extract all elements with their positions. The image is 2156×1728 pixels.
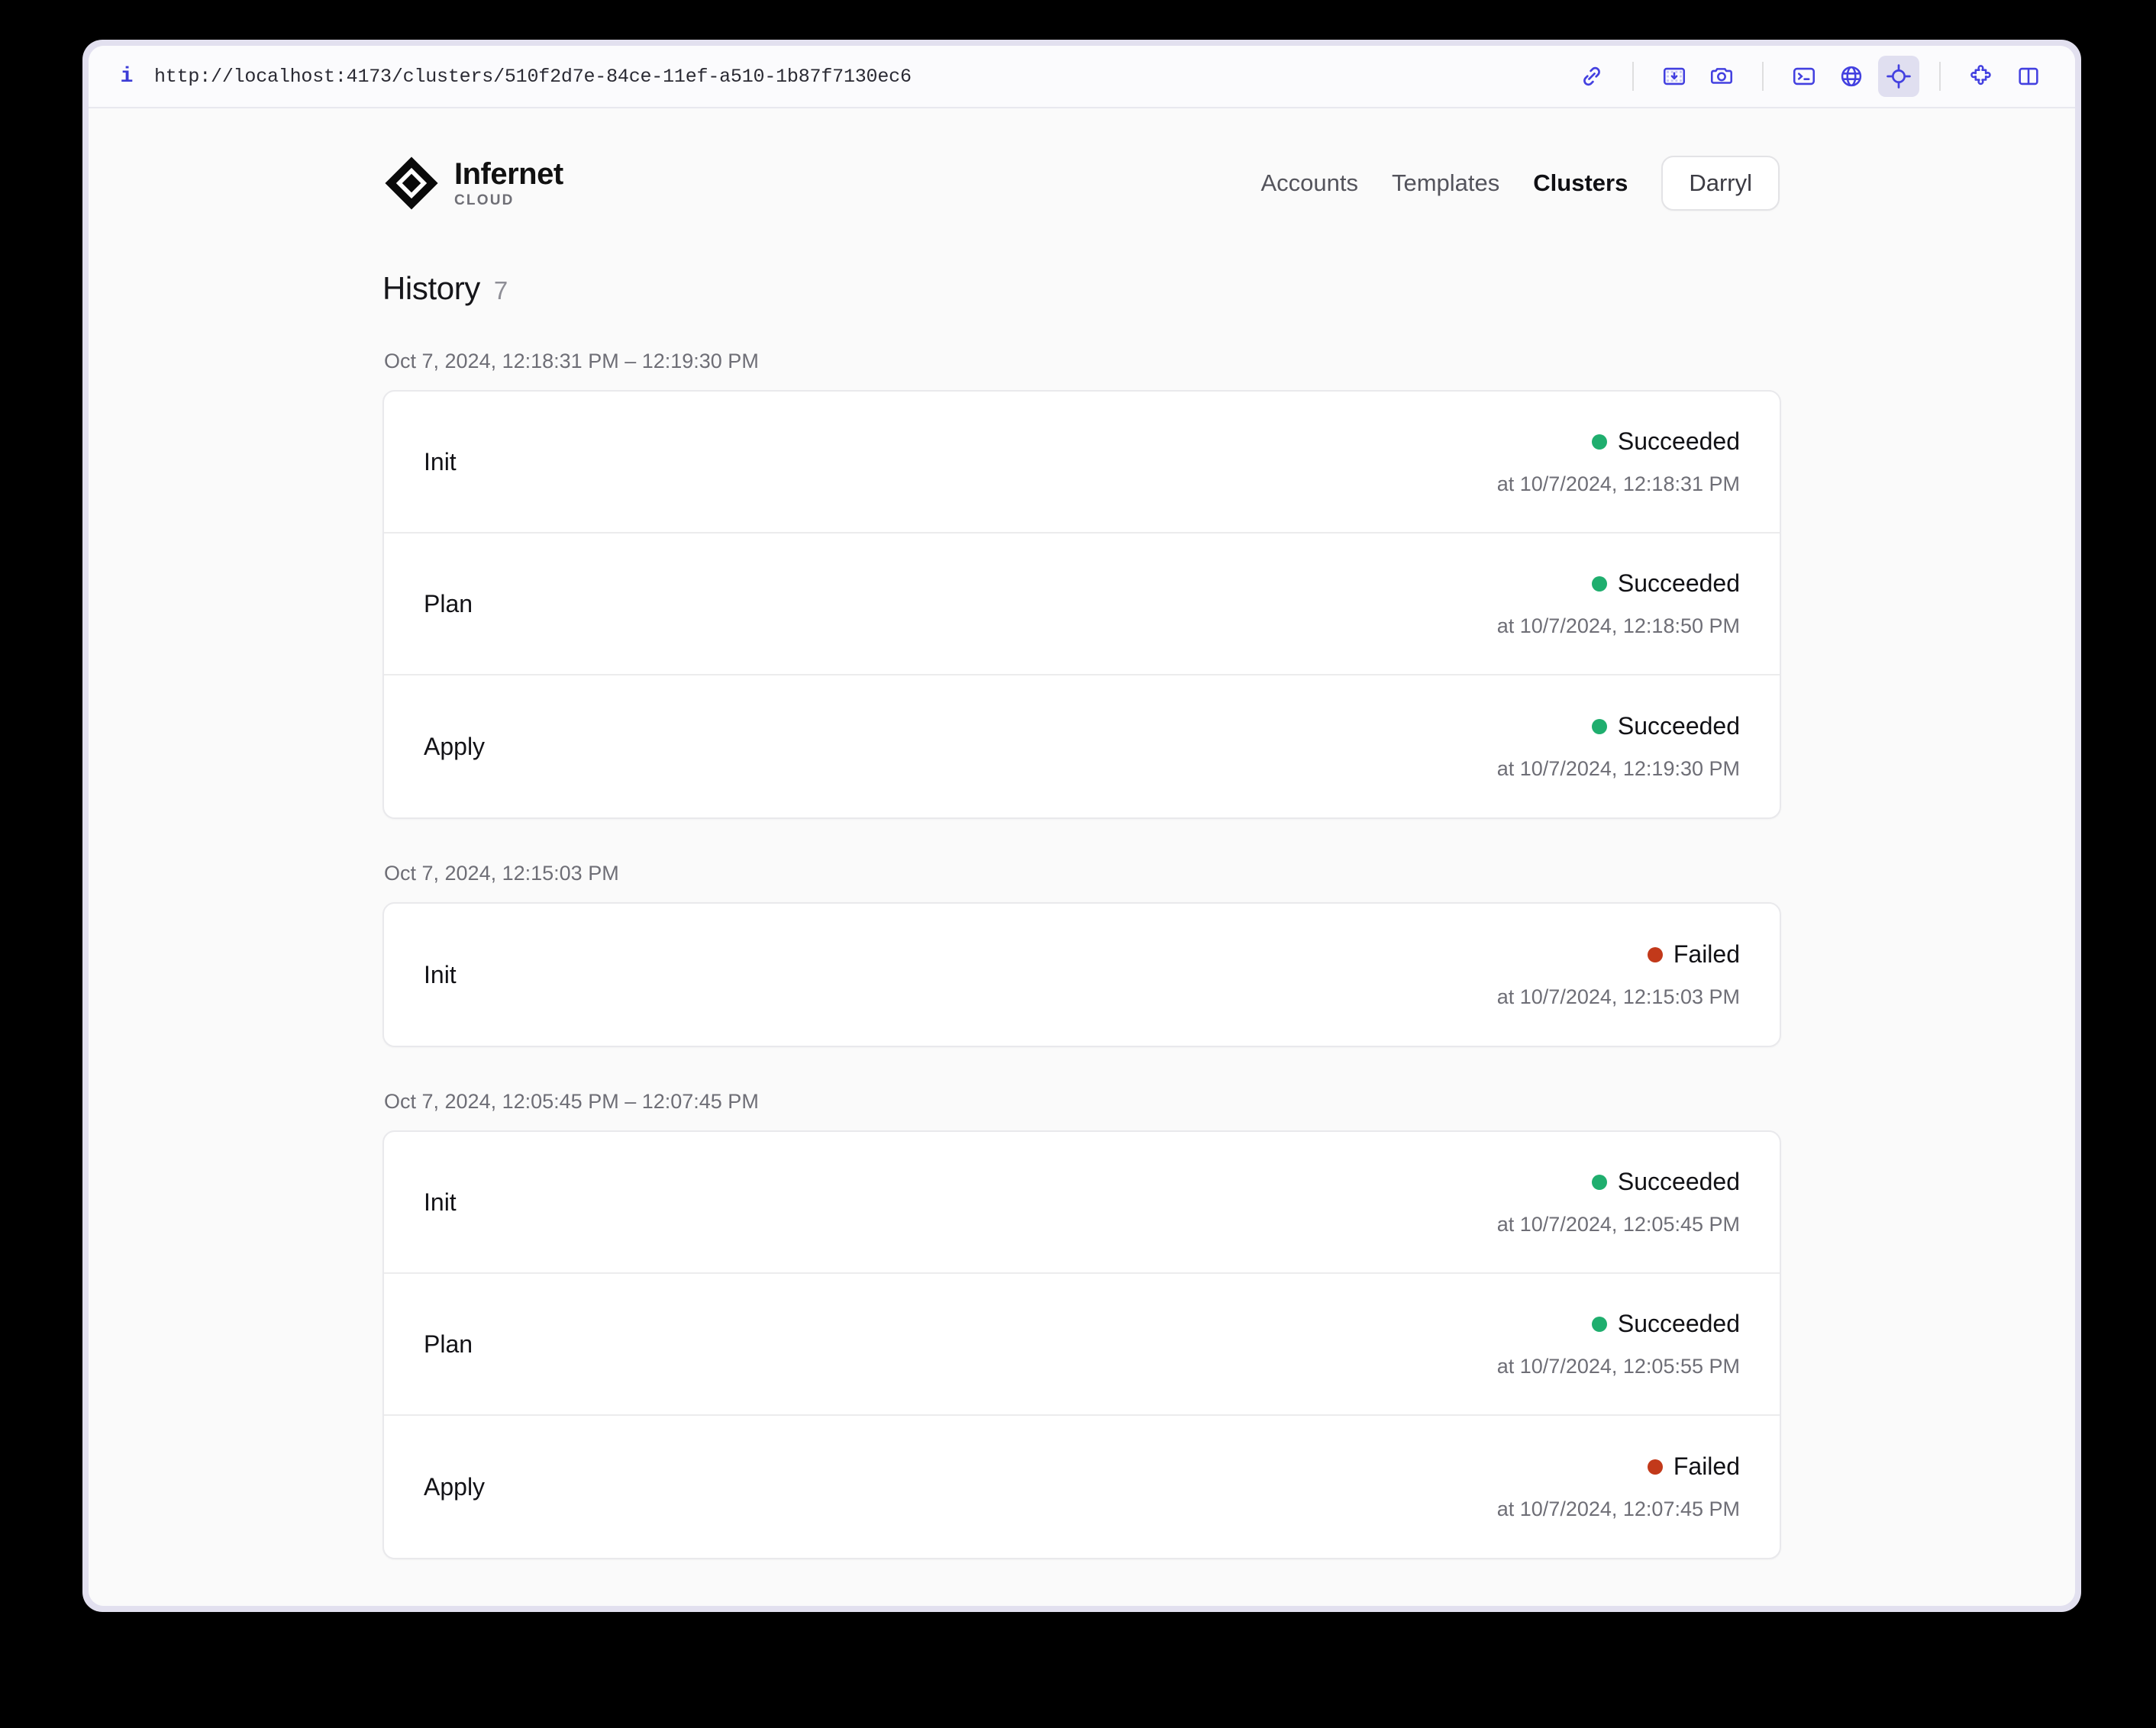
history-group: Oct 7, 2024, 12:15:03 PM Init Failed at … <box>382 862 1781 1047</box>
target-crosshair-icon[interactable] <box>1878 56 1919 97</box>
row-step-label: Apply <box>424 732 486 760</box>
brand-text: Infernet CLOUD <box>454 158 563 209</box>
history-header: History 7 <box>382 270 1781 307</box>
page-viewport: Infernet CLOUD Accounts Templates Cluste… <box>89 108 2075 1606</box>
terminal-icon[interactable] <box>1783 56 1825 97</box>
nav-item-accounts[interactable]: Accounts <box>1260 169 1358 197</box>
content-container: Infernet CLOUD Accounts Templates Cluste… <box>382 108 1781 1559</box>
row-timestamp: at 10/7/2024, 12:05:45 PM <box>1496 1213 1740 1236</box>
browser-toolbar: i http://localhost:4173/clusters/510f2d7… <box>89 46 2075 108</box>
brand[interactable]: Infernet CLOUD <box>384 156 563 211</box>
toolbar-divider-3 <box>1939 62 1941 91</box>
status-badge: Succeeded <box>1591 712 1740 740</box>
table-row[interactable]: Apply Failed at 10/7/2024, 12:07:45 PM <box>384 1416 1780 1558</box>
row-status-block: Succeeded at 10/7/2024, 12:18:50 PM <box>1497 569 1740 638</box>
app-header: Infernet CLOUD Accounts Templates Cluste… <box>382 139 1781 227</box>
split-panel-icon[interactable] <box>2008 56 2049 97</box>
row-status-block: Succeeded at 10/7/2024, 12:18:31 PM <box>1497 427 1740 496</box>
camera-icon[interactable] <box>1701 56 1742 97</box>
row-step-label: Apply <box>424 1472 486 1501</box>
status-badge: Succeeded <box>1591 427 1740 456</box>
status-label: Succeeded <box>1617 1310 1740 1337</box>
row-timestamp: at 10/7/2024, 12:07:45 PM <box>1496 1497 1740 1520</box>
puzzle-icon[interactable] <box>1961 56 2002 97</box>
history-group: Oct 7, 2024, 12:18:31 PM – 12:19:30 PM I… <box>382 350 1781 819</box>
status-dot-succeeded-icon <box>1591 1174 1607 1190</box>
page-title: History <box>382 270 480 306</box>
row-step-label: Init <box>424 960 457 988</box>
status-badge: Succeeded <box>1591 1310 1740 1338</box>
image-download-icon[interactable] <box>1654 56 1695 97</box>
row-step-label: Init <box>424 1188 457 1216</box>
row-status-block: Succeeded at 10/7/2024, 12:19:30 PM <box>1497 712 1740 781</box>
row-timestamp: at 10/7/2024, 12:19:30 PM <box>1496 757 1740 780</box>
browser-window-inner: i http://localhost:4173/clusters/510f2d7… <box>89 46 2075 1606</box>
history-count: 7 <box>493 276 508 305</box>
table-row[interactable]: Init Succeeded at 10/7/2024, 12:05:45 PM <box>384 1132 1780 1274</box>
nav-item-templates[interactable]: Templates <box>1392 169 1499 197</box>
link-icon[interactable] <box>1571 56 1612 97</box>
row-status-block: Failed at 10/7/2024, 12:07:45 PM <box>1497 1452 1740 1521</box>
table-row[interactable]: Apply Succeeded at 10/7/2024, 12:19:30 P… <box>384 675 1780 817</box>
nav-item-clusters[interactable]: Clusters <box>1533 169 1628 197</box>
status-badge: Failed <box>1647 940 1740 969</box>
status-dot-succeeded-icon <box>1591 575 1607 592</box>
row-timestamp: at 10/7/2024, 12:18:50 PM <box>1496 614 1740 637</box>
status-dot-succeeded-icon <box>1591 434 1607 450</box>
status-dot-failed-icon <box>1647 946 1663 962</box>
row-timestamp: at 10/7/2024, 12:18:31 PM <box>1496 472 1740 495</box>
table-row[interactable]: Plan Succeeded at 10/7/2024, 12:18:50 PM <box>384 534 1780 675</box>
history-group-label: Oct 7, 2024, 12:05:45 PM – 12:07:45 PM <box>384 1090 759 1113</box>
row-step-label: Plan <box>424 589 473 617</box>
row-status-block: Failed at 10/7/2024, 12:15:03 PM <box>1497 940 1740 1009</box>
toolbar-divider-2 <box>1762 62 1764 91</box>
status-badge: Succeeded <box>1591 1168 1740 1196</box>
table-row[interactable]: Init Succeeded at 10/7/2024, 12:18:31 PM <box>384 392 1780 534</box>
user-menu-button[interactable]: Darryl <box>1661 156 1780 211</box>
row-step-label: Init <box>424 447 457 476</box>
status-badge: Failed <box>1647 1452 1740 1481</box>
table-row[interactable]: Plan Succeeded at 10/7/2024, 12:05:55 PM <box>384 1274 1780 1416</box>
browser-window: i http://localhost:4173/clusters/510f2d7… <box>82 40 2081 1612</box>
globe-icon[interactable] <box>1831 56 1872 97</box>
row-step-label: Plan <box>424 1330 473 1358</box>
row-status-block: Succeeded at 10/7/2024, 12:05:55 PM <box>1497 1310 1740 1378</box>
status-label: Failed <box>1673 1452 1740 1480</box>
history-group-card: Init Failed at 10/7/2024, 12:15:03 PM <box>382 902 1781 1047</box>
status-badge: Succeeded <box>1591 569 1740 598</box>
history-group-label: Oct 7, 2024, 12:18:31 PM – 12:19:30 PM <box>384 350 759 372</box>
status-label: Succeeded <box>1617 569 1740 597</box>
history-group-card: Init Succeeded at 10/7/2024, 12:18:31 PM… <box>382 390 1781 819</box>
row-timestamp: at 10/7/2024, 12:15:03 PM <box>1496 985 1740 1008</box>
status-label: Failed <box>1673 940 1740 968</box>
status-dot-succeeded-icon <box>1591 718 1607 734</box>
toolbar-divider-1 <box>1632 62 1634 91</box>
status-dot-succeeded-icon <box>1591 1316 1607 1332</box>
diamond-logo-icon <box>385 156 438 210</box>
info-icon[interactable]: i <box>111 61 142 92</box>
brand-name: Infernet <box>454 156 563 191</box>
row-status-block: Succeeded at 10/7/2024, 12:05:45 PM <box>1497 1168 1740 1236</box>
row-timestamp: at 10/7/2024, 12:05:55 PM <box>1496 1355 1740 1378</box>
brand-subtitle: CLOUD <box>454 192 515 208</box>
main-nav: Accounts Templates Clusters <box>1260 169 1628 197</box>
url-bar[interactable]: http://localhost:4173/clusters/510f2d7e-… <box>154 66 912 88</box>
status-label: Succeeded <box>1617 1168 1740 1195</box>
toolbar-buttons <box>1571 56 2049 97</box>
history-group-label: Oct 7, 2024, 12:15:03 PM <box>384 862 619 885</box>
status-label: Succeeded <box>1617 712 1740 740</box>
history-group: Oct 7, 2024, 12:05:45 PM – 12:07:45 PM I… <box>382 1090 1781 1559</box>
table-row[interactable]: Init Failed at 10/7/2024, 12:15:03 PM <box>384 904 1780 1046</box>
history-group-card: Init Succeeded at 10/7/2024, 12:05:45 PM… <box>382 1130 1781 1559</box>
status-label: Succeeded <box>1617 427 1740 455</box>
status-dot-failed-icon <box>1647 1459 1663 1475</box>
